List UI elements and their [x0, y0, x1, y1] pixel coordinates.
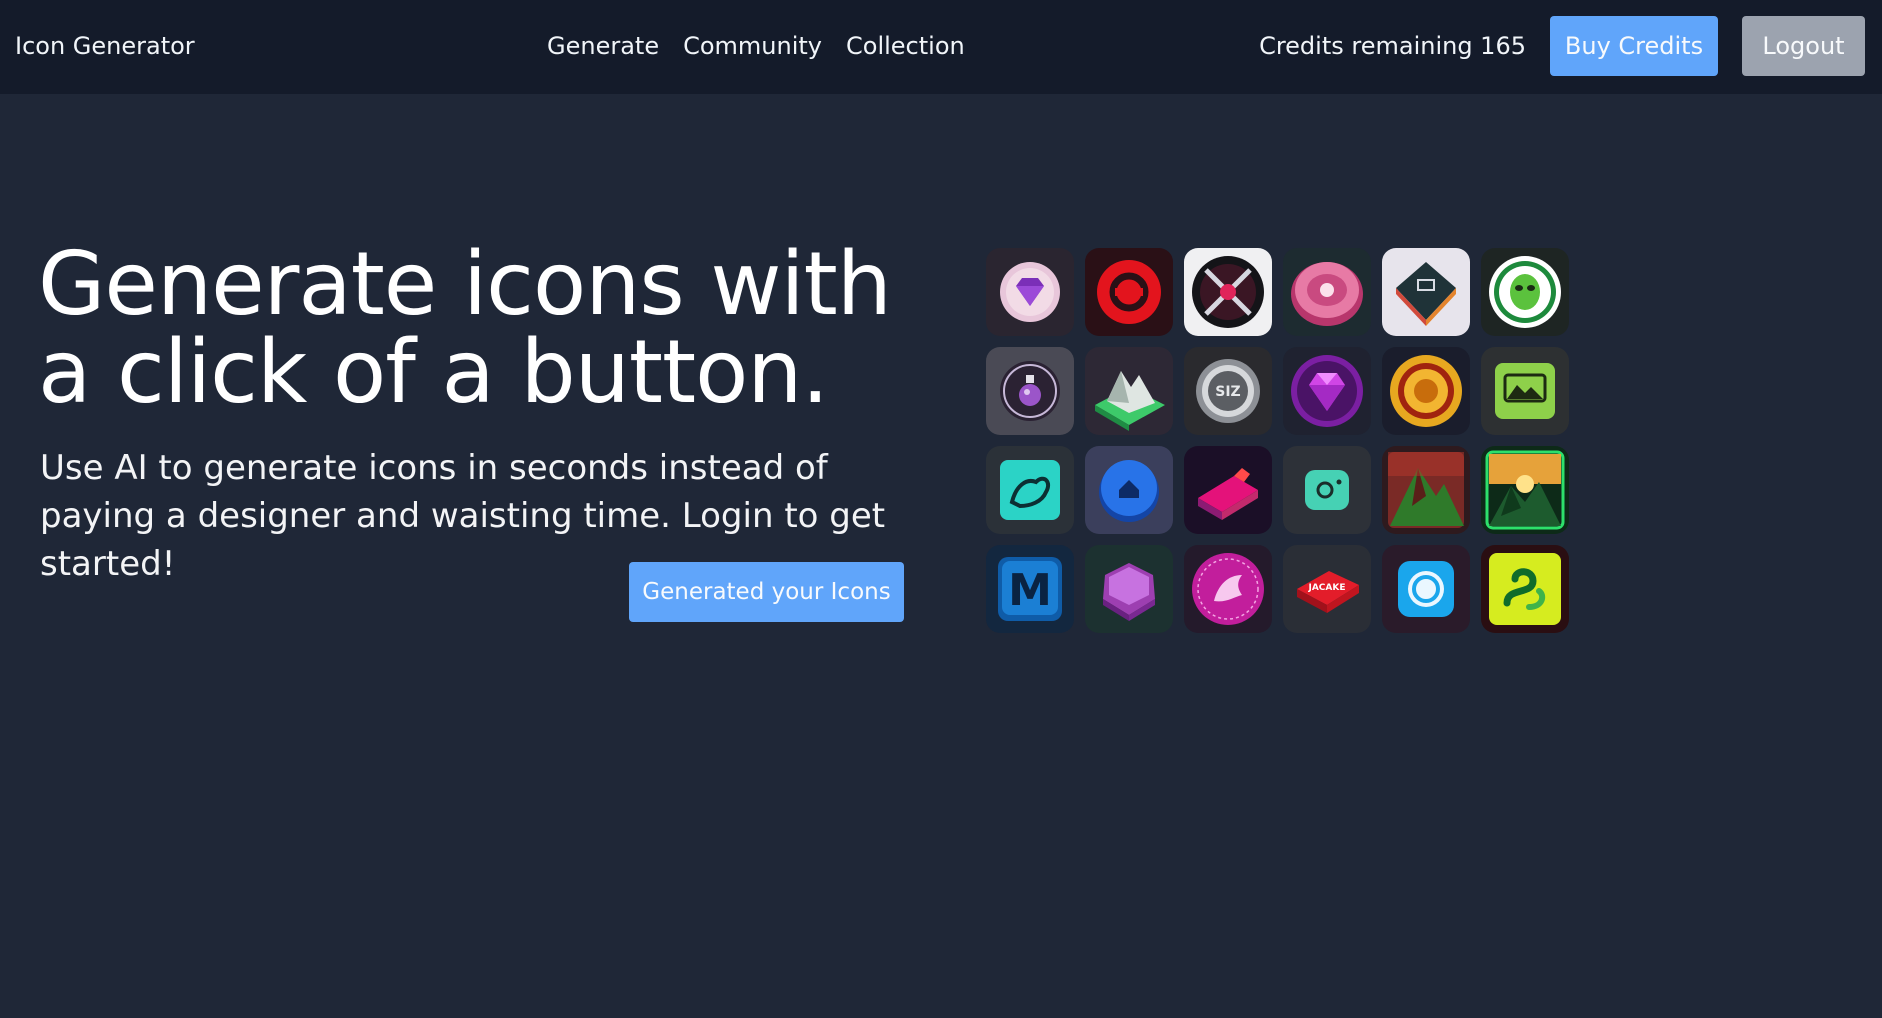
- green-alien-icon: [1481, 248, 1569, 336]
- blue-shutter-icon: [1382, 545, 1470, 633]
- volcano-mountain-icon: [1382, 446, 1470, 534]
- icon-gallery: SIZ M JACAKE: [986, 248, 1569, 633]
- red-tag-icon: JACAKE: [1283, 545, 1371, 633]
- crossed-swords-icon: [1184, 248, 1272, 336]
- green-snake-icon: [1481, 545, 1569, 633]
- dark-cube-icon: [1382, 248, 1470, 336]
- purple-gem-coin-icon: [986, 248, 1074, 336]
- silver-coin-icon: SIZ: [1184, 347, 1272, 435]
- top-navbar: Icon Generator Generate Community Collec…: [0, 0, 1882, 94]
- app-title[interactable]: Icon Generator: [15, 32, 195, 60]
- buy-credits-button[interactable]: Buy Credits: [1550, 16, 1718, 76]
- nav-link-collection[interactable]: Collection: [846, 32, 965, 60]
- red-tag-label: JACAKE: [1307, 583, 1345, 593]
- generate-icons-button[interactable]: Generated your Icons: [629, 562, 904, 622]
- nav-link-community[interactable]: Community: [683, 32, 822, 60]
- mountain-island-icon: [1085, 347, 1173, 435]
- hero-title: Generate icons with a click of a button.: [38, 233, 892, 423]
- main-nav: Generate Community Collection: [547, 32, 965, 60]
- pink-badge-icon: [1283, 248, 1371, 336]
- green-landscape-icon: [1481, 347, 1569, 435]
- magenta-dragon-icon: [1184, 545, 1272, 633]
- gold-medallion-icon: [1382, 347, 1470, 435]
- neon-cube-icon: [1184, 446, 1272, 534]
- purple-diamond-icon: [1283, 347, 1371, 435]
- logout-button[interactable]: Logout: [1742, 16, 1865, 76]
- letter-m-icon: M: [986, 545, 1074, 633]
- flexing-arm-icon: [986, 446, 1074, 534]
- purple-hexagon-icon: [1085, 545, 1173, 633]
- credits-remaining: Credits remaining 165: [1259, 32, 1526, 60]
- green-mountain-sunset-icon: [1481, 446, 1569, 534]
- red-ring-icon: [1085, 248, 1173, 336]
- silver-coin-label: SIZ: [1215, 384, 1240, 400]
- blue-house-button-icon: [1085, 446, 1173, 534]
- letter-m-label: M: [1008, 565, 1052, 616]
- potion-bottle-icon: [986, 347, 1074, 435]
- nav-link-generate[interactable]: Generate: [547, 32, 659, 60]
- teal-camera-icon: [1283, 446, 1371, 534]
